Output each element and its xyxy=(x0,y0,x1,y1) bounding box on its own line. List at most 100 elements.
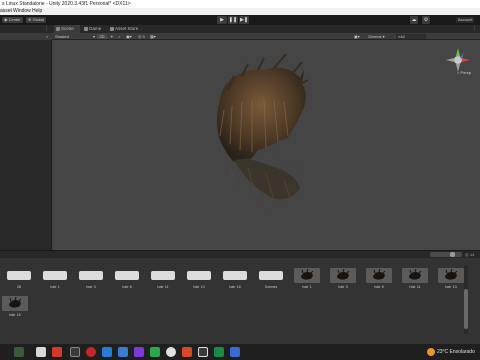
shading-mode-dropdown[interactable]: Shaded ▾ xyxy=(55,34,95,39)
audio-toggle-icon[interactable]: ♪ xyxy=(118,34,120,39)
global-toggle-button[interactable]: ⊕ Global xyxy=(26,17,47,23)
asset-tile[interactable]: hair 16 xyxy=(221,268,249,294)
weather-icon[interactable] xyxy=(427,348,435,356)
hair-prefab-thumbnail xyxy=(330,268,356,283)
asset-tile[interactable]: hair 13 xyxy=(437,268,465,294)
asset-tile[interactable]: hair 8 xyxy=(113,268,141,294)
tab-game[interactable]: Game xyxy=(82,25,106,33)
asset-label: hair 1 xyxy=(302,285,312,289)
asset-tile[interactable]: hair 3 xyxy=(77,268,105,294)
account-dropdown[interactable]: Account xyxy=(456,17,475,23)
step-button[interactable]: ▶❚ xyxy=(239,16,249,24)
weather-text[interactable]: 23°C Ensolarado xyxy=(437,344,475,360)
gizmos-dropdown[interactable]: Gizmos ▾ xyxy=(368,34,385,39)
asset-tile[interactable]: hair 1 xyxy=(293,268,321,294)
center-label: Center xyxy=(8,17,21,22)
menu-item-window[interactable]: Window xyxy=(13,8,31,15)
asset-tile[interactable]: hair 11 xyxy=(149,268,177,294)
asset-tile[interactable]: hair 11 xyxy=(401,268,429,294)
hierarchy-tab-strip: ⋮ xyxy=(0,25,52,33)
asset-label: 28 xyxy=(16,285,22,289)
tab-asset-store[interactable]: Asset Store xyxy=(108,25,144,33)
asset-tile[interactable]: hair 1 xyxy=(41,268,69,294)
folder-thumbnail xyxy=(79,271,103,280)
app-icon-8[interactable] xyxy=(134,347,144,357)
kebab-menu-icon[interactable]: ⋮ xyxy=(44,25,49,33)
scrollbar-thumb[interactable] xyxy=(464,289,468,329)
folder-thumbnail xyxy=(151,271,175,280)
app-icon-14[interactable] xyxy=(230,347,240,357)
gizmos-label: Gizmos xyxy=(368,34,382,39)
hidden-objects-icon[interactable]: ◎ 0 xyxy=(138,34,145,39)
app-icon-3[interactable] xyxy=(52,347,62,357)
services-icon[interactable]: ⚙ xyxy=(422,16,430,24)
camera-settings-icon[interactable]: ▣▾ xyxy=(354,34,360,39)
lighting-toggle-icon[interactable]: ☀ xyxy=(110,34,114,39)
account-label: Account xyxy=(458,17,473,22)
hair-prefab-thumbnail xyxy=(366,268,392,283)
step-icon: ▶❚ xyxy=(239,17,249,23)
pivot-center-button[interactable]: ◉ Center xyxy=(2,17,23,23)
asset-store-tab-icon xyxy=(110,27,114,31)
asset-label: hair 16 xyxy=(9,313,21,317)
main-toolbar: ◉ Center ⊕ Global ▶ ❚❚ ▶❚ ☁ ⚙ Account xyxy=(0,15,480,25)
asset-tile[interactable]: Scenes xyxy=(257,268,285,294)
global-label: Global xyxy=(32,17,45,22)
app-icon-11[interactable] xyxy=(182,347,192,357)
opera-icon[interactable] xyxy=(86,347,96,357)
slider-handle[interactable] xyxy=(450,252,455,257)
perspective-label[interactable]: < Persp xyxy=(457,70,471,75)
project-toolbar: ◎ 14 xyxy=(0,250,480,258)
app-icon-9[interactable] xyxy=(150,347,160,357)
app-icon-1[interactable] xyxy=(14,347,24,357)
app-icon-10[interactable] xyxy=(166,347,176,357)
effects-toggle-icon[interactable]: ▣▾ xyxy=(126,34,132,39)
thumbnail-size-slider[interactable] xyxy=(430,252,462,257)
hair-model xyxy=(217,53,309,211)
asset-label: hair 11 xyxy=(409,285,421,289)
window-title: s Linux Standalone - Unity 2020.3.43f1 P… xyxy=(2,1,131,7)
window-title-bar: s Linux Standalone - Unity 2020.3.43f1 P… xyxy=(0,0,480,8)
app-icon-6[interactable] xyxy=(102,347,112,357)
menu-bar: asset Window Help xyxy=(0,8,480,15)
asset-tile[interactable]: hair 16 xyxy=(1,296,29,322)
menu-item-help[interactable]: Help xyxy=(32,8,42,15)
tab-game-label: Game xyxy=(89,26,102,31)
asset-tile[interactable]: hair 8 xyxy=(365,268,393,294)
chevron-down-icon: ▾ xyxy=(92,34,95,39)
asset-label: hair 11 xyxy=(157,285,169,289)
asset-label: hair 8 xyxy=(122,285,132,289)
folder-thumbnail xyxy=(187,271,211,280)
asset-tile[interactable]: 28 xyxy=(5,268,33,294)
unity-icon[interactable] xyxy=(198,347,208,357)
app-icon-4[interactable] xyxy=(70,347,80,357)
asset-label: hair 13 xyxy=(445,285,457,289)
asset-label: hair 16 xyxy=(229,285,241,289)
menu-item-asset[interactable]: asset xyxy=(0,8,12,15)
hierarchy-panel: ⋮ ⌕ xyxy=(0,25,52,250)
tab-asset-store-label: Asset Store xyxy=(115,26,139,31)
collab-icon[interactable]: ☁ xyxy=(410,16,418,24)
asset-tile[interactable]: hair 13 xyxy=(185,268,213,294)
app-icon-13[interactable] xyxy=(214,347,224,357)
scene-toolbar: Shaded ▾ 2D ☀ ♪ ▣▾ ◎ 0 ▦▾ ▣▾ Gizmos ▾ ⌕A… xyxy=(52,33,480,40)
windows-taskbar: 23°C Ensolarado xyxy=(0,344,480,360)
tab-scene[interactable]: Scene xyxy=(54,25,80,33)
2d-toggle[interactable]: 2D xyxy=(97,34,107,39)
play-button[interactable]: ▶ xyxy=(217,16,227,24)
play-icon: ▶ xyxy=(220,17,224,23)
app-icon-7[interactable] xyxy=(118,347,128,357)
folder-thumbnail xyxy=(7,271,31,280)
scene-search-input[interactable]: ⌕All xyxy=(396,34,426,39)
app-icon-2[interactable] xyxy=(36,347,46,357)
scene-view[interactable]: < Persp xyxy=(52,40,480,250)
tab-menu-icon[interactable]: ⋮ xyxy=(472,25,477,33)
pause-button[interactable]: ❚❚ xyxy=(228,16,238,24)
project-scrollbar[interactable] xyxy=(464,265,468,335)
folder-thumbnail xyxy=(115,271,139,280)
asset-tile[interactable]: hair 3 xyxy=(329,268,357,294)
tab-scene-label: Scene xyxy=(61,26,74,31)
asset-label: hair 8 xyxy=(374,285,384,289)
hierarchy-search-bar[interactable]: ⌕ xyxy=(0,33,52,40)
grid-toggle-icon[interactable]: ▦▾ xyxy=(150,34,156,39)
